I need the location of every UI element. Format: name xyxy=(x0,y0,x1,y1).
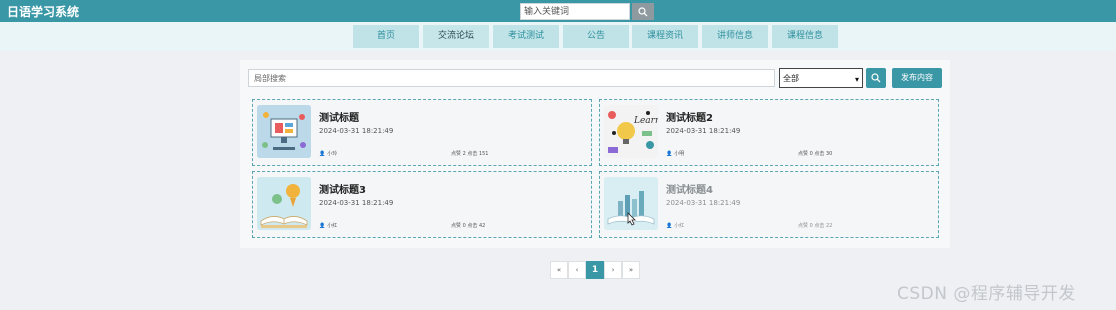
post-author: 👤 小红 xyxy=(319,222,338,230)
post-author-name: 小玲 xyxy=(327,151,338,157)
post-date: 2024-03-31 18:21:49 xyxy=(319,199,394,207)
chevron-down-icon: ▾ xyxy=(854,75,859,84)
nav-teacher[interactable]: 讲师信息 xyxy=(702,25,768,48)
post-title[interactable]: 测试标题3 xyxy=(319,181,366,196)
user-icon: 👤 xyxy=(319,222,326,229)
header-search-input[interactable]: 输入关键词 xyxy=(520,3,630,20)
publish-button[interactable]: 发布内容 xyxy=(892,68,942,88)
local-search-input[interactable]: 局部搜索 xyxy=(248,69,775,87)
nav-notice[interactable]: 公告 xyxy=(563,25,629,48)
main-nav: 首页 交流论坛 考试测试 公告 课程资讯 讲师信息 课程信息 xyxy=(0,22,1116,51)
post-author-name: 小红 xyxy=(674,223,685,229)
category-select[interactable]: 全部 ▾ xyxy=(779,68,863,88)
pagination-first[interactable]: « xyxy=(550,261,568,279)
search-icon xyxy=(638,6,648,16)
post-thumbnail: Learn xyxy=(604,105,658,158)
watermark: CSDN @程序辅导开发 xyxy=(897,284,1076,304)
post-date: 2024-03-31 18:21:49 xyxy=(666,127,741,135)
nav-exam[interactable]: 考试测试 xyxy=(493,25,559,48)
nav-forum[interactable]: 交流论坛 xyxy=(423,25,489,48)
post-card[interactable]: 测试标题3 2024-03-31 18:21:49 👤 小红 点赞 0 点击 4… xyxy=(252,171,592,238)
pagination-last[interactable]: » xyxy=(622,261,640,279)
post-thumbnail xyxy=(604,177,658,230)
post-stats: 点赞 0 点击 42 xyxy=(451,223,486,229)
user-icon: 👤 xyxy=(666,222,673,229)
post-stats: 点赞 0 点击 22 xyxy=(798,223,833,229)
pagination-next[interactable]: › xyxy=(604,261,622,279)
post-author: 👤 小玲 xyxy=(319,150,338,158)
post-stats: 点赞 2 点击 151 xyxy=(451,151,489,157)
nav-course-news[interactable]: 课程资讯 xyxy=(632,25,698,48)
post-card[interactable]: 测试标题 2024-03-31 18:21:49 👤 小玲 点赞 2 点击 15… xyxy=(252,99,592,166)
book-city-illustration-icon xyxy=(604,177,658,230)
search-icon xyxy=(871,73,881,83)
svg-text:Learn: Learn xyxy=(633,116,658,126)
post-stats: 点赞 0 点击 30 xyxy=(798,151,833,157)
open-book-illustration-icon xyxy=(257,177,311,230)
post-thumbnail xyxy=(257,105,311,158)
learn-lightbulb-illustration-icon: Learn xyxy=(604,105,658,158)
post-title[interactable]: 测试标题4 xyxy=(666,181,713,196)
post-thumbnail xyxy=(257,177,311,230)
post-card[interactable]: 测试标题4 2024-03-31 18:21:49 👤 小红 点赞 0 点击 2… xyxy=(599,171,939,238)
search-button[interactable] xyxy=(866,68,886,88)
post-author-name: 小红 xyxy=(327,223,338,229)
post-author: 👤 小红 xyxy=(666,222,685,230)
user-icon: 👤 xyxy=(666,150,673,157)
post-date: 2024-03-31 18:21:49 xyxy=(319,127,394,135)
category-select-value: 全部 xyxy=(783,74,799,83)
post-author-name: 小明 xyxy=(674,151,685,157)
nav-course-info[interactable]: 课程信息 xyxy=(772,25,838,48)
post-title[interactable]: 测试标题 xyxy=(319,109,359,124)
pagination-current[interactable]: 1 xyxy=(586,261,604,279)
post-date: 2024-03-31 18:21:49 xyxy=(666,199,741,207)
user-icon: 👤 xyxy=(319,150,326,157)
site-title: 日语学习系统 xyxy=(7,5,80,19)
post-title[interactable]: 测试标题2 xyxy=(666,109,713,124)
learning-illustration-icon xyxy=(257,105,311,158)
header-search-button[interactable] xyxy=(632,3,654,20)
pagination-prev[interactable]: ‹ xyxy=(568,261,586,279)
nav-home[interactable]: 首页 xyxy=(353,25,419,48)
post-card[interactable]: Learn 测试标题2 2024-03-31 18:21:49 👤 小明 点赞 … xyxy=(599,99,939,166)
post-author: 👤 小明 xyxy=(666,150,685,158)
